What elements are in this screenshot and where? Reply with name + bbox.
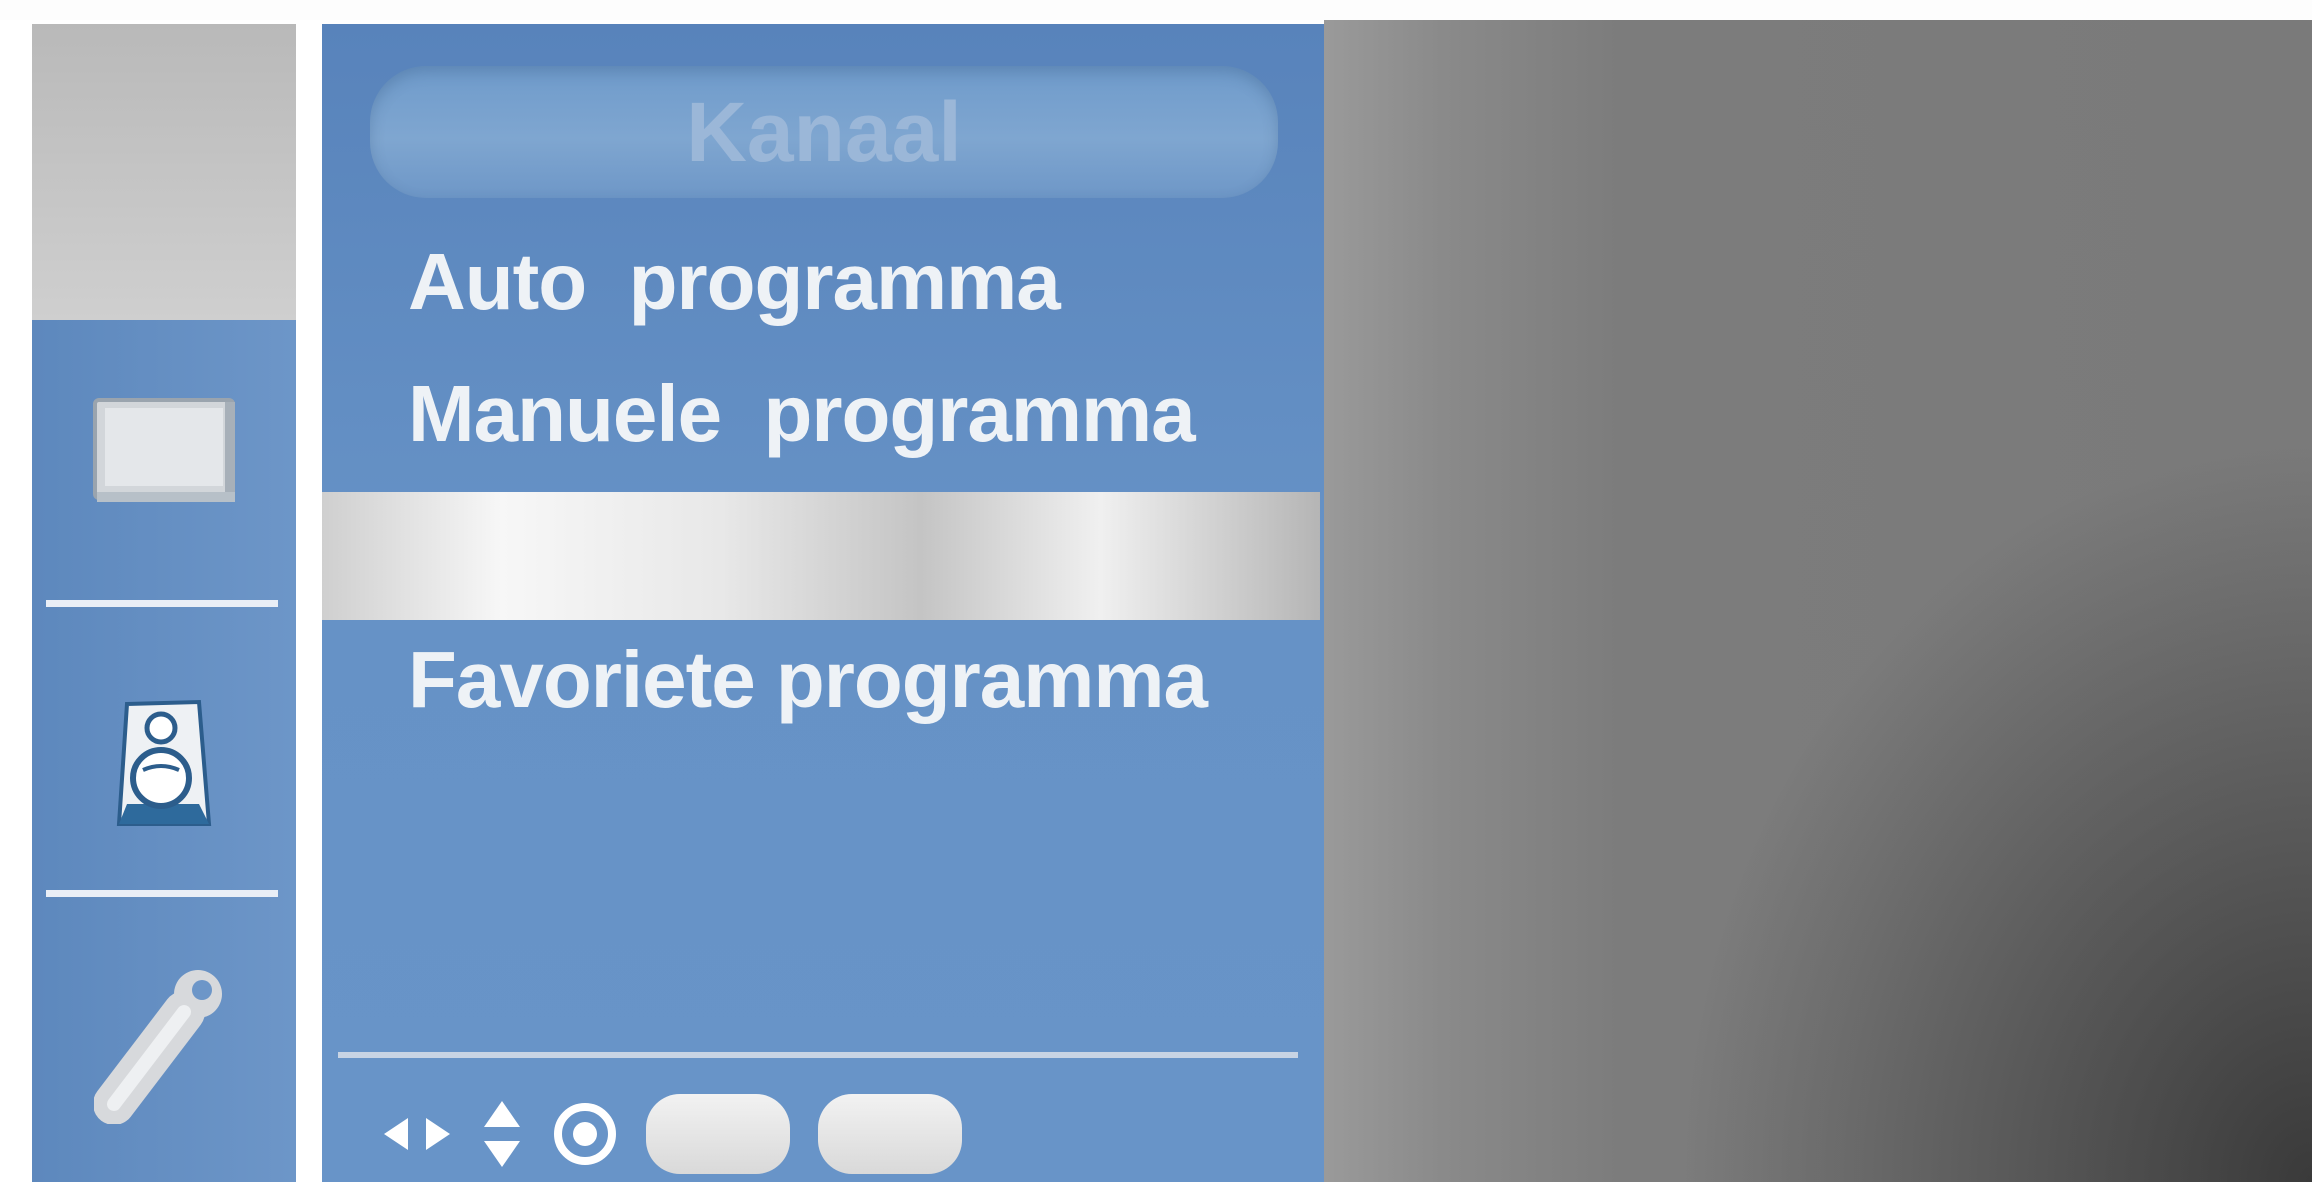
sidebar-divider <box>46 890 278 897</box>
tv-preview-area <box>1324 20 2312 1182</box>
up-down-arrows-icon <box>484 1101 520 1167</box>
top-frame <box>0 0 2312 20</box>
menu-title-bar: Kanaal <box>370 66 1278 198</box>
channel-menu-panel: Kanaal Auto programma Manuele programma … <box>322 24 1324 1182</box>
setup-wrench-icon <box>94 970 222 1124</box>
sidebar-item-audio[interactable] <box>32 684 296 834</box>
sidebar-item-picture[interactable] <box>32 394 296 504</box>
sidebar-selected-slot[interactable] <box>32 24 296 320</box>
audio-speaker-icon <box>116 699 212 826</box>
sidebar-gap <box>296 20 320 1182</box>
sidebar-divider <box>46 600 278 607</box>
button-key-2 <box>818 1094 962 1174</box>
ok-button-icon <box>554 1103 616 1165</box>
menu-item-manual-programme[interactable]: Manuele programma <box>408 368 1196 460</box>
menu-item-favourite-programme[interactable]: Favoriete programma <box>408 634 1208 726</box>
menu-title: Kanaal <box>686 85 962 179</box>
left-right-arrows-icon <box>384 1118 450 1150</box>
button-key-1 <box>646 1094 790 1174</box>
menu-bottom-divider <box>338 1052 1298 1058</box>
navigation-hint-bar <box>382 1086 962 1182</box>
menu-item-selected-highlight[interactable] <box>322 492 1320 620</box>
sidebar-item-setup[interactable] <box>32 964 296 1124</box>
menu-category-sidebar <box>32 24 296 1182</box>
picture-icon <box>93 398 235 502</box>
menu-item-auto-programme[interactable]: Auto programma <box>408 236 1061 328</box>
